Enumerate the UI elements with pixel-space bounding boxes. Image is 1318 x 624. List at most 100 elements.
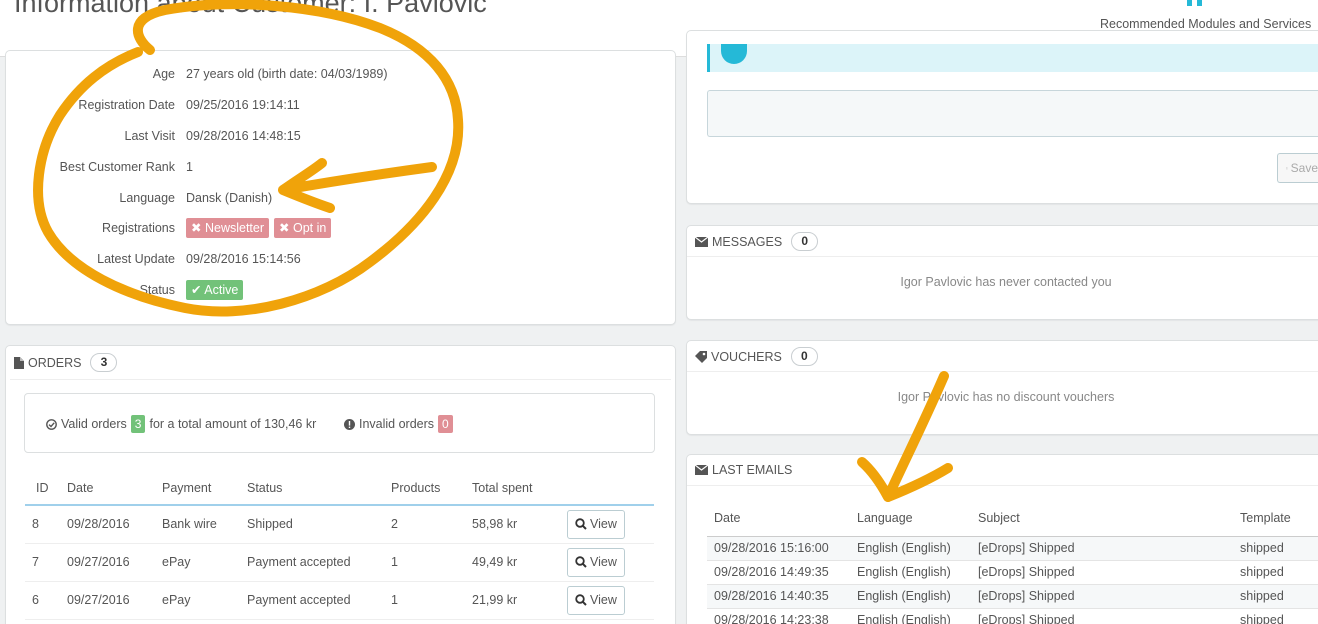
x-icon: ✖	[279, 221, 290, 235]
age-value: 27 years old (birth date: 04/03/1989)	[186, 67, 388, 81]
valid-orders-summary: Valid orders 3 for a total amount of 130…	[46, 415, 316, 433]
col-template[interactable]: Template	[1240, 500, 1318, 537]
order-date: 09/27/2016	[67, 581, 162, 620]
email-row[interactable]: 09/28/2016 14:40:35 English (English) [eDr…	[707, 584, 1318, 609]
order-total: 21,99 kr	[472, 581, 567, 620]
language-value: Dansk (Danish)	[186, 191, 273, 205]
email-subject: [eDrops] Shipped	[978, 536, 1240, 561]
email-language: English (English)	[857, 536, 978, 561]
x-icon: ✖	[191, 221, 202, 235]
newsletter-badge: ✖ Newsletter	[186, 218, 270, 238]
col-products[interactable]: Products	[391, 472, 472, 506]
file-icon	[14, 356, 24, 369]
registration-date-value: 09/25/2016 19:14:11	[186, 98, 300, 112]
status-label: Active	[204, 283, 239, 297]
col-status[interactable]: Status	[247, 472, 391, 506]
col-actions	[567, 472, 654, 506]
order-status: Payment accepted	[247, 581, 391, 620]
modules-icon	[1187, 0, 1202, 6]
last-visit-value: 09/28/2016 14:48:15	[186, 129, 301, 143]
order-payment: ePay	[162, 581, 247, 620]
vouchers-title: VOUCHERS	[711, 349, 782, 364]
email-row[interactable]: 09/28/2016 15:16:00 English (English) [eDr…	[707, 536, 1318, 561]
order-id: 7	[25, 543, 67, 582]
best-customer-rank-label: Best Customer Rank	[59, 160, 175, 174]
order-total: 49,49 kr	[472, 543, 567, 582]
email-date: 09/28/2016 14:23:38	[707, 608, 857, 624]
order-status: Shipped	[247, 505, 391, 544]
vouchers-heading: VOUCHERS 0	[687, 341, 1318, 372]
email-template: shipped	[1240, 560, 1318, 585]
optin-badge: ✖ Opt in	[274, 218, 332, 238]
last-emails-heading: LAST EMAILS	[687, 455, 1318, 486]
email-language: English (English)	[857, 560, 978, 585]
save-note-button[interactable]: Save	[1277, 153, 1318, 183]
private-note-textarea[interactable]	[707, 90, 1318, 137]
view-order-label: View	[590, 555, 617, 569]
view-order-button[interactable]: View	[567, 547, 625, 577]
email-row[interactable]: 09/28/2016 14:49:35 English (English) [eDr…	[707, 560, 1318, 585]
order-id: 6	[25, 581, 67, 620]
exclamation-circle-icon	[344, 418, 355, 430]
order-id: 8	[25, 505, 67, 544]
search-icon	[575, 518, 587, 530]
email-template: shipped	[1240, 584, 1318, 609]
status-value: ✔ Active	[186, 280, 248, 300]
status-label: Status	[139, 283, 175, 297]
vouchers-empty-text: Igor Pavlovic has no discount vouchers	[897, 390, 1115, 404]
floppy-icon	[1286, 167, 1288, 169]
age-label: Age	[152, 67, 175, 81]
last-emails-table: Date Language Subject Template 09/28/201…	[707, 500, 1318, 624]
email-date: 09/28/2016 15:16:00	[707, 536, 857, 561]
recommended-modules-link[interactable]: Recommended Modules and Services	[1100, 17, 1311, 31]
valid-orders-total: for a total amount of 130,46 kr	[149, 417, 317, 431]
valid-orders-label: Valid orders	[61, 417, 127, 431]
col-id[interactable]: ID	[25, 472, 67, 506]
status-badge: ✔ Active	[186, 280, 244, 300]
view-order-label: View	[590, 517, 617, 532]
save-note-label: Save	[1290, 161, 1318, 175]
messages-count-badge: 0	[791, 232, 819, 251]
order-products: 1	[391, 581, 472, 620]
orders-summary: Valid orders 3 for a total amount of 130…	[24, 393, 655, 453]
order-payment: Bank wire	[162, 505, 247, 544]
order-date: 09/28/2016	[67, 505, 162, 544]
order-status: Payment accepted	[247, 543, 391, 582]
order-actions: View	[567, 543, 654, 582]
col-date[interactable]: Date	[67, 472, 162, 506]
col-total[interactable]: Total spent	[472, 472, 567, 506]
view-order-button[interactable]: View	[567, 585, 625, 615]
col-date[interactable]: Date	[707, 500, 857, 537]
email-subject: [eDrops] Shipped	[978, 608, 1240, 624]
customer-info-panel: Age 27 years old (birth date: 04/03/1989)…	[5, 50, 676, 325]
view-order-button[interactable]: View	[567, 509, 625, 539]
order-products: 2	[391, 505, 472, 544]
search-icon	[575, 556, 587, 568]
orders-heading: ORDERS 3	[10, 346, 671, 380]
messages-heading: MESSAGES 0	[687, 226, 1318, 257]
col-subject[interactable]: Subject	[978, 500, 1240, 537]
email-row[interactable]: 09/28/2016 14:23:38 English (English) [eDr…	[707, 608, 1318, 624]
registrations-label: Registrations	[102, 221, 175, 235]
language-label: Language	[119, 191, 175, 205]
order-total: 58,98 kr	[472, 505, 567, 544]
col-language[interactable]: Language	[857, 500, 978, 537]
col-payment[interactable]: Payment	[162, 472, 247, 506]
private-note-info	[707, 44, 1318, 72]
email-date: 09/28/2016 14:49:35	[707, 560, 857, 585]
email-language: English (English)	[857, 584, 978, 609]
messages-empty-text: Igor Pavlovic has never contacted you	[900, 275, 1112, 289]
messages-title: MESSAGES	[712, 234, 783, 249]
tag-icon	[695, 350, 707, 363]
order-row[interactable]: 7 09/27/2016 ePay Payment accepted 1 49,49 kr…	[25, 543, 654, 582]
order-actions: View	[567, 581, 654, 620]
email-template: shipped	[1240, 536, 1318, 561]
email-template: shipped	[1240, 608, 1318, 624]
last-emails-title: LAST EMAILS	[712, 463, 793, 477]
order-row[interactable]: 8 09/28/2016 Bank wire Shipped 2 58,98 kr View	[25, 505, 654, 544]
order-row[interactable]: 6 09/27/2016 ePay Payment accepted 1 21,99 kr…	[25, 581, 654, 620]
check-icon: ✔	[191, 283, 202, 297]
optin-label: Opt in	[292, 221, 327, 235]
envelope-icon	[695, 236, 708, 247]
latest-update-value: 09/28/2016 15:14:56	[186, 252, 301, 266]
